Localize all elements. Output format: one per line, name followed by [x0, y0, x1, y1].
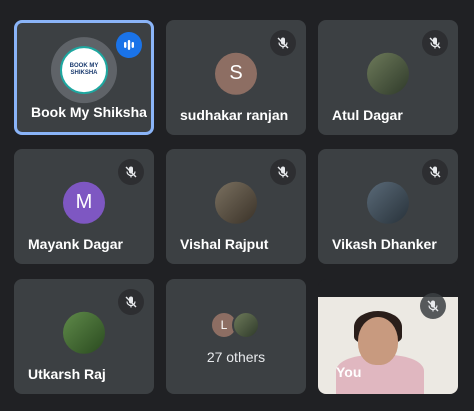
avatar-initial: S — [229, 61, 243, 84]
others-count: 27 others — [206, 349, 266, 365]
participant-tile-vishal-rajput[interactable]: Vishal Rajput — [166, 149, 306, 264]
participant-name: Vishal Rajput — [180, 236, 269, 252]
self-video-tile[interactable]: You — [318, 279, 458, 394]
book-my-shiksha-logo: BOOK MY SHIKSHA — [60, 45, 108, 94]
avatar — [215, 181, 257, 224]
avatar — [367, 52, 409, 95]
mic-off-icon — [420, 293, 446, 319]
avatar-initial: L — [220, 318, 228, 332]
mic-off-icon — [118, 159, 144, 185]
participant-tile-sudhakar-ranjan[interactable]: S sudhakar ranjan — [166, 20, 306, 135]
avatar — [232, 311, 260, 339]
others-avatars: L — [206, 311, 266, 341]
mic-off-icon — [270, 30, 296, 56]
participant-tile-book-my-shiksha[interactable]: BOOK MY SHIKSHA Book My Shiksha — [14, 20, 154, 135]
participant-name: Book My Shiksha — [31, 104, 147, 120]
speaking-indicator-icon — [116, 32, 142, 58]
participant-name: Atul Dagar — [332, 107, 403, 123]
avatar: BOOK MY SHIKSHA — [51, 36, 117, 103]
logo-text: BOOK MY SHIKSHA — [69, 62, 99, 76]
participant-name: You — [336, 364, 362, 380]
avatar-initial: M — [75, 190, 93, 213]
avatar: M — [63, 181, 105, 224]
mic-off-icon — [118, 289, 144, 315]
participant-tile-atul-dagar[interactable]: Atul Dagar — [318, 20, 458, 135]
avatar: S — [215, 52, 257, 95]
avatar — [63, 311, 105, 354]
participant-tile-mayank-dagar[interactable]: M Mayank Dagar — [14, 149, 154, 264]
participant-name: Utkarsh Raj — [28, 366, 106, 382]
person-head — [358, 317, 398, 365]
others-tile[interactable]: L 27 others — [166, 279, 306, 394]
participant-tile-utkarsh-raj[interactable]: Utkarsh Raj — [14, 279, 154, 394]
mic-off-icon — [422, 159, 448, 185]
mic-off-icon — [422, 30, 448, 56]
avatar — [367, 181, 409, 224]
participant-name: Mayank Dagar — [28, 236, 123, 252]
participant-name: sudhakar ranjan — [180, 107, 289, 123]
participant-tile-vikash-dhanker[interactable]: Vikash Dhanker — [318, 149, 458, 264]
mic-off-icon — [270, 159, 296, 185]
participant-name: Vikash Dhanker — [332, 236, 437, 252]
